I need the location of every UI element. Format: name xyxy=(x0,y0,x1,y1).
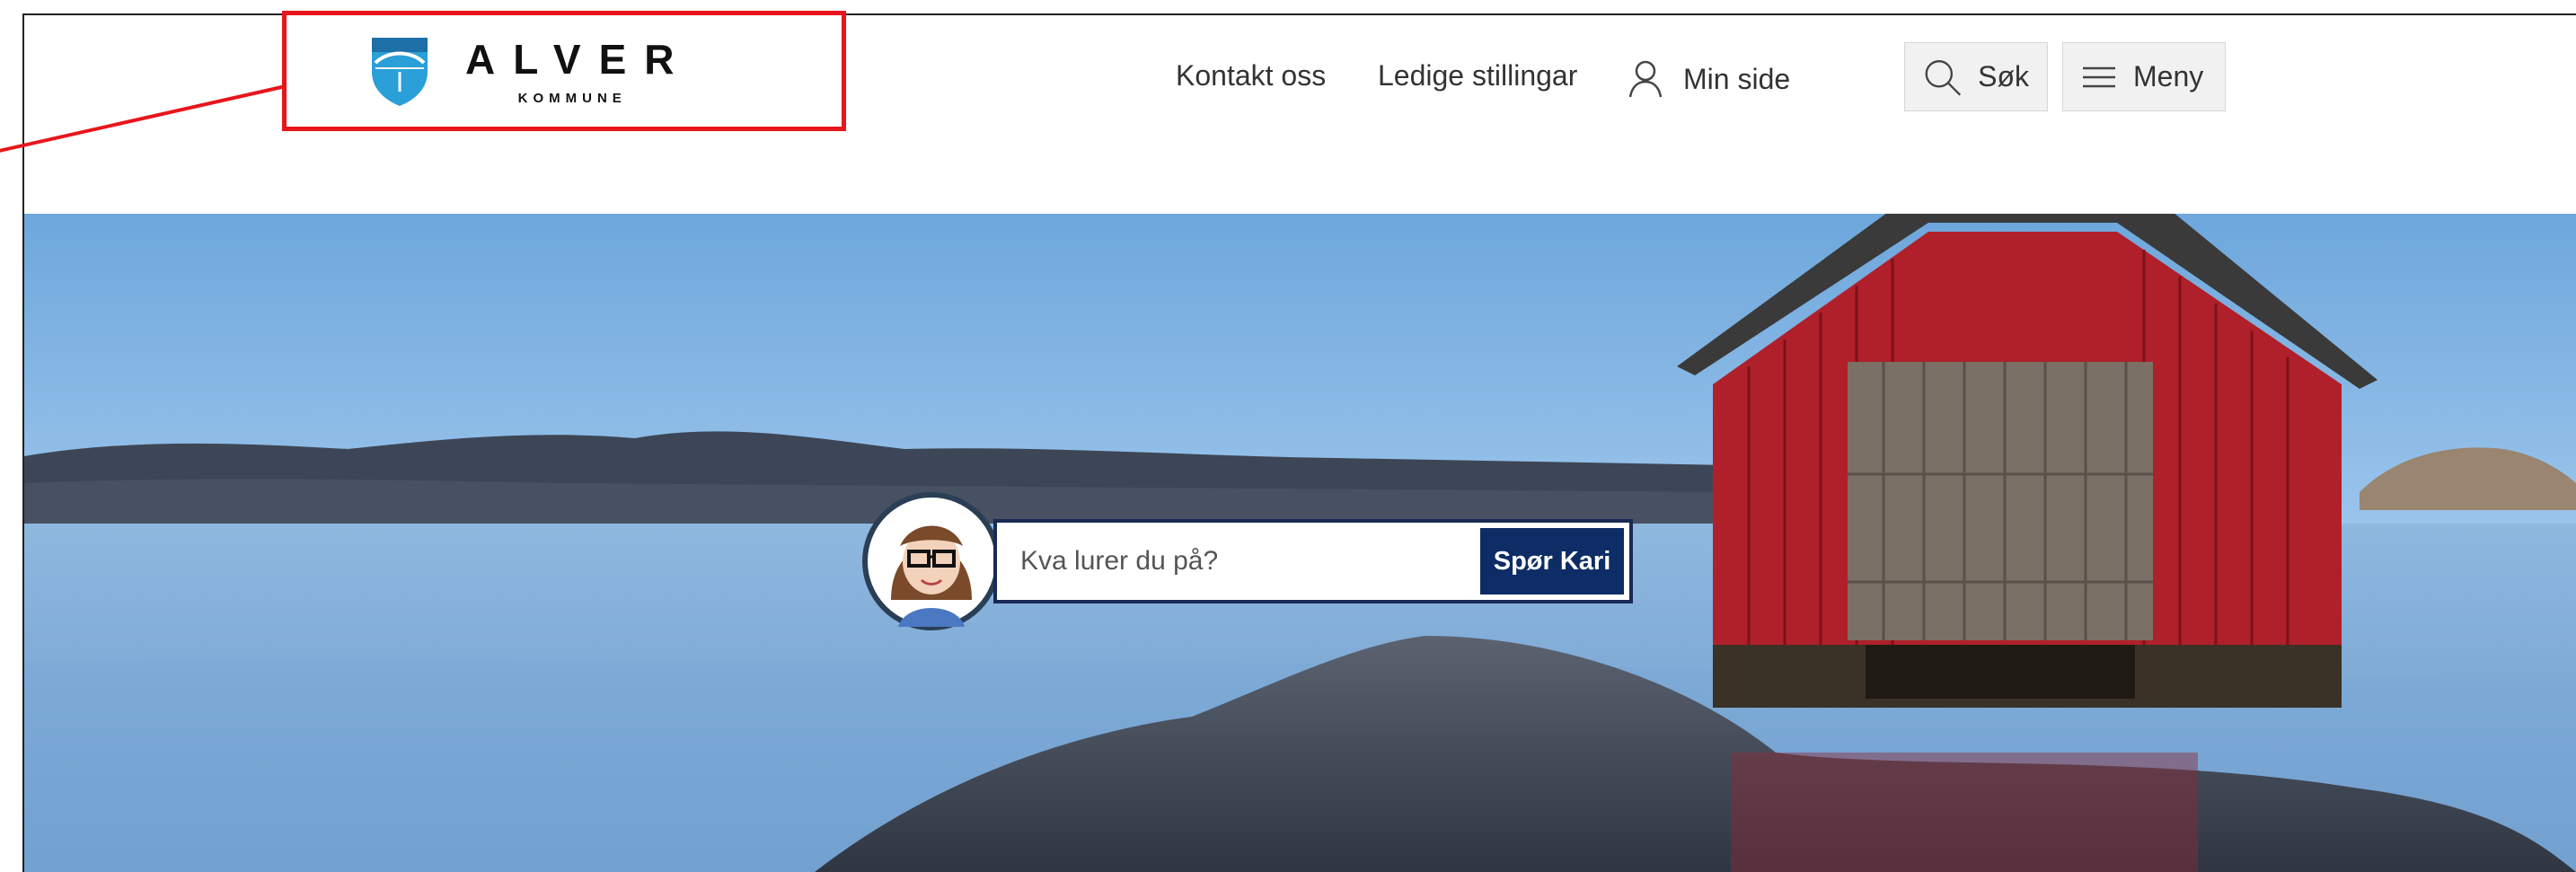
search-button-label: Søk xyxy=(1978,60,2029,92)
logo-subtitle: KOMMUNE xyxy=(517,90,627,106)
logo-wordmark: ALVER KOMMUNE xyxy=(465,39,675,106)
menu-button-label: Meny xyxy=(2133,60,2204,92)
search-button[interactable]: Søk xyxy=(1904,42,2048,111)
ask-kari-input[interactable] xyxy=(1019,545,1471,577)
alver-shield-icon xyxy=(372,38,428,106)
nav-contact-link[interactable]: Kontakt oss xyxy=(1176,59,1326,92)
logo-title: ALVER xyxy=(465,35,693,83)
hamburger-icon xyxy=(2083,66,2115,87)
nav-my-page-link[interactable]: Min side xyxy=(1628,59,1790,99)
alver-logo-link[interactable]: ALVER KOMMUNE xyxy=(370,36,675,108)
my-page-label: Min side xyxy=(1683,62,1791,95)
nav-jobs-link[interactable]: Ledige stillingar xyxy=(1378,59,1577,92)
ask-kari-search-bar: Spør Kari xyxy=(993,519,1633,603)
ask-kari-button[interactable]: Spør Kari xyxy=(1480,528,1624,595)
menu-button[interactable]: Meny xyxy=(2062,42,2226,111)
search-icon xyxy=(1925,59,1962,96)
user-icon xyxy=(1628,60,1663,98)
kari-avatar xyxy=(862,492,1001,630)
